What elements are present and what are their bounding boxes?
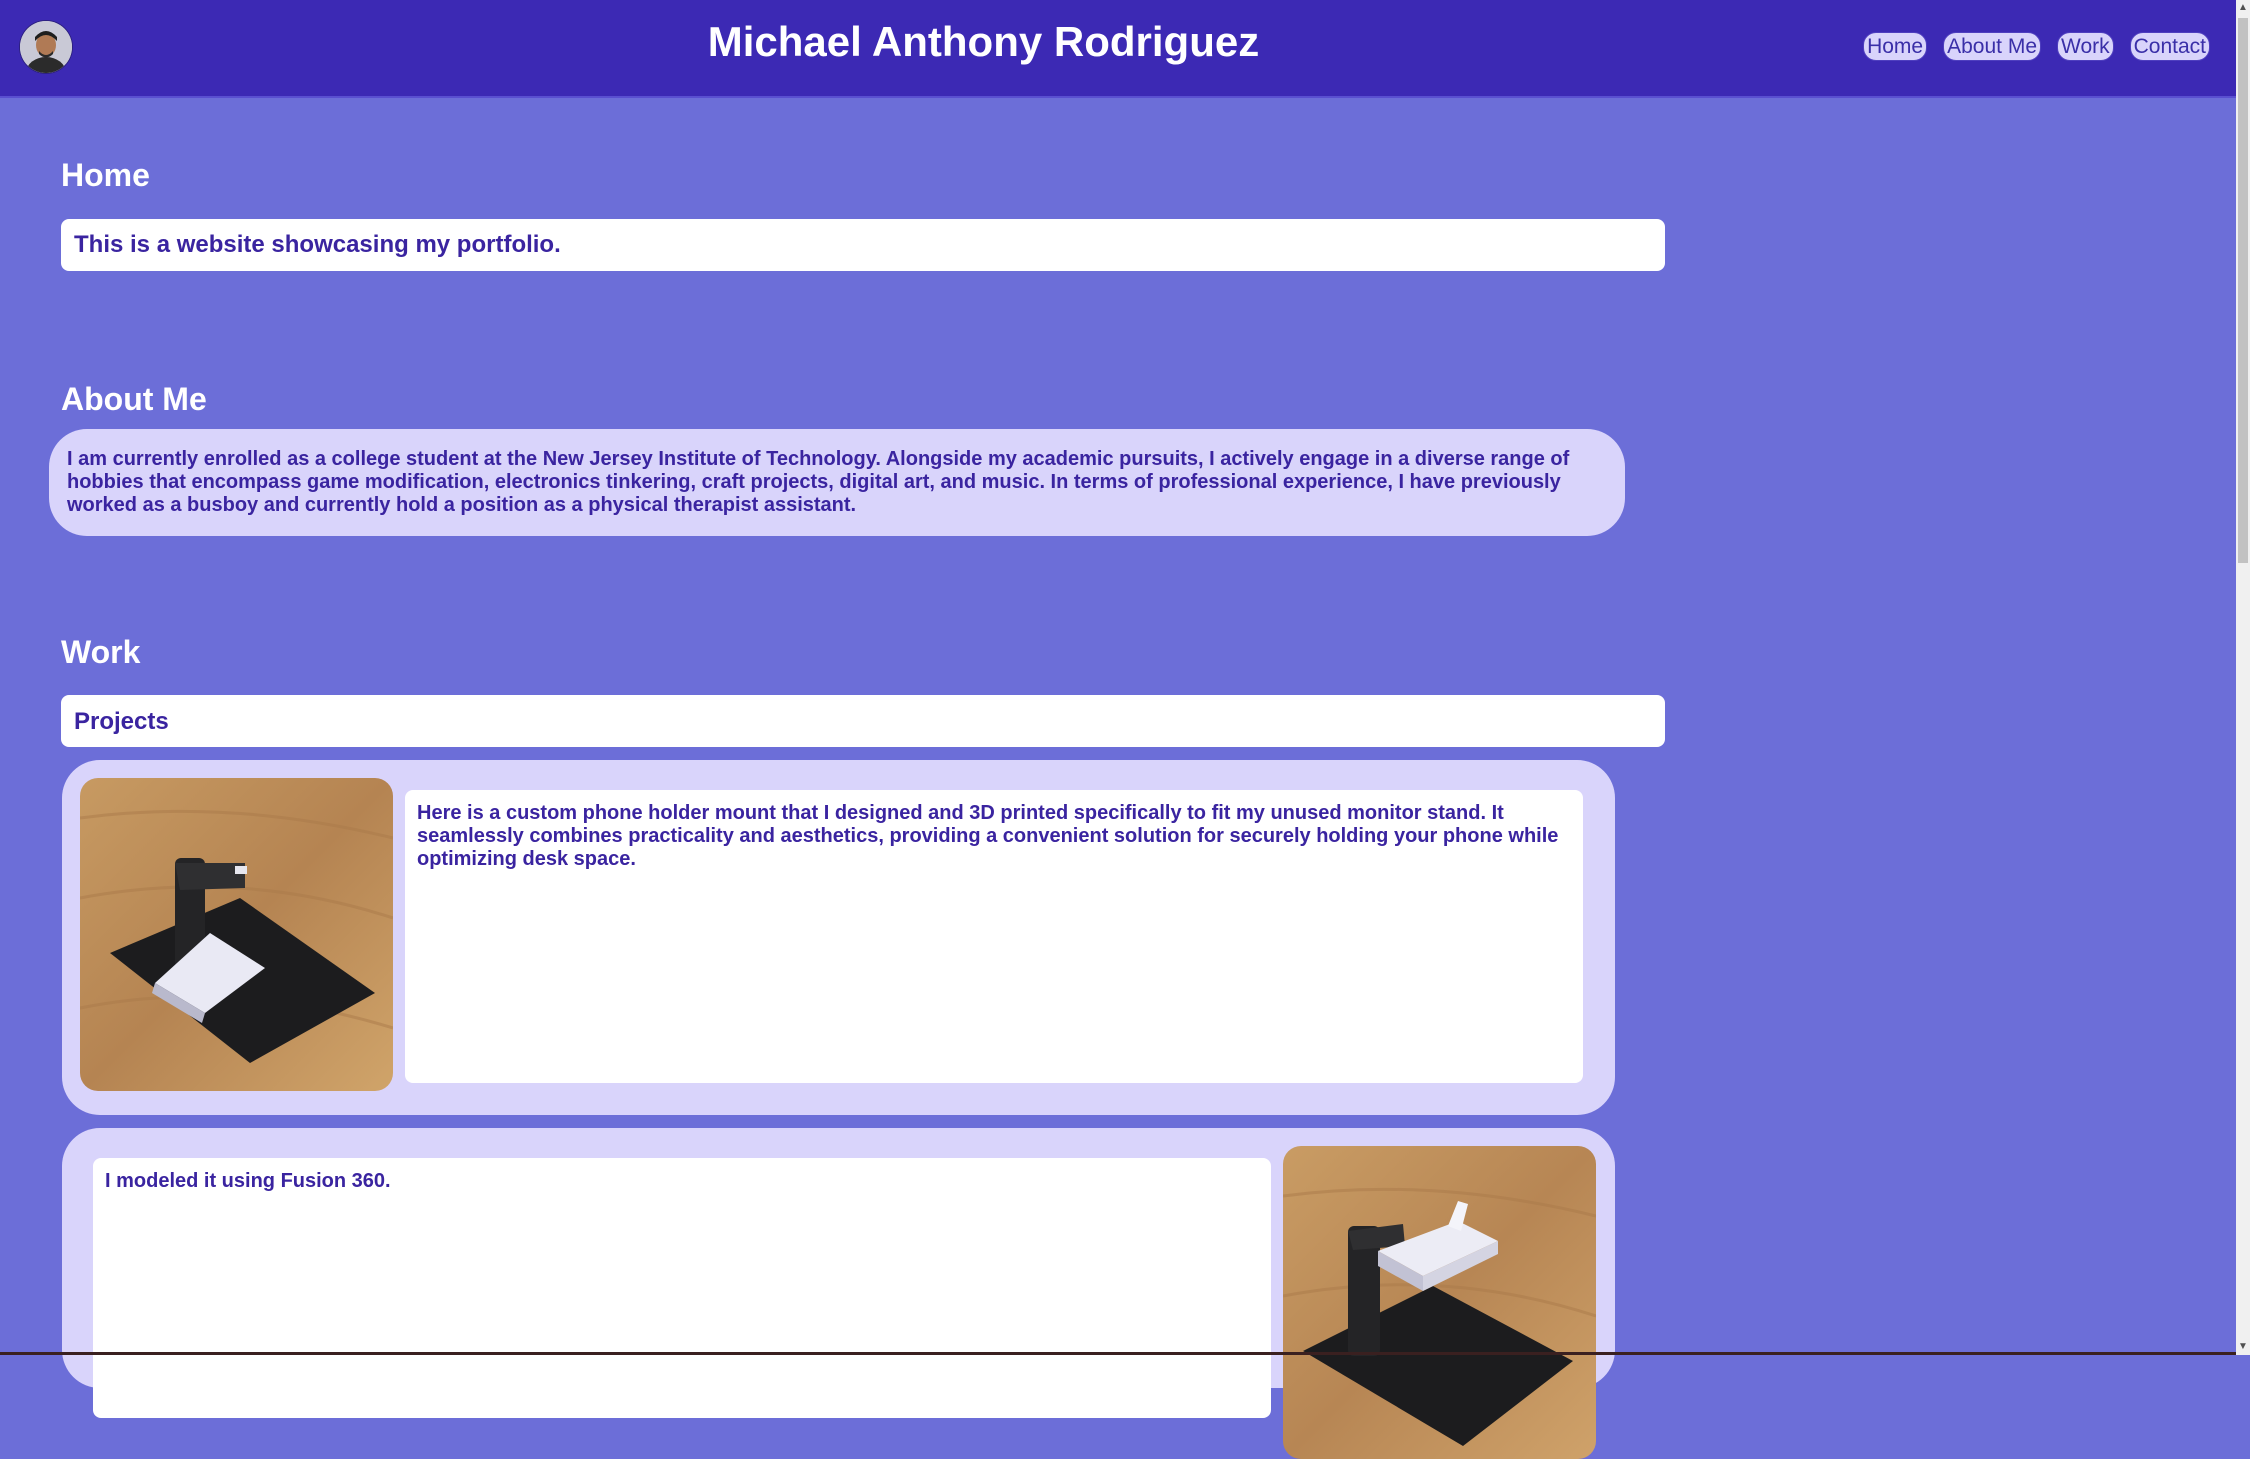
site-header: Michael Anthony Rodriguez Home About Me … <box>0 0 2236 98</box>
scroll-down-arrow-icon[interactable]: ▼ <box>2236 1339 2250 1355</box>
phone-mount-render-icon <box>1283 1146 1596 1459</box>
project-description-box: Here is a custom phone holder mount that… <box>405 790 1583 1083</box>
nav-work-link[interactable]: Work <box>2057 32 2114 61</box>
project-card: I modeled it using Fusion 360. <box>62 1128 1615 1459</box>
about-text: I am currently enrolled as a college stu… <box>67 448 1570 516</box>
project-description: I modeled it using Fusion 360. <box>105 1170 391 1192</box>
main-nav: Home About Me Work Contact <box>1863 32 2210 61</box>
project-card: Here is a custom phone holder mount that… <box>62 760 1615 1115</box>
phone-mount-render-icon <box>80 778 393 1091</box>
nav-home-link[interactable]: Home <box>1863 32 1928 61</box>
projects-subheading: Projects <box>74 708 169 735</box>
nav-contact-link[interactable]: Contact <box>2129 32 2210 61</box>
home-text-box: This is a website showcasing my portfoli… <box>61 219 1665 271</box>
nav-about-link[interactable]: About Me <box>1943 32 2041 61</box>
project-description-box: I modeled it using Fusion 360. <box>93 1158 1271 1418</box>
about-heading: About Me <box>61 381 207 417</box>
projects-subheading-box: Projects <box>61 695 1665 747</box>
home-heading: Home <box>61 157 150 193</box>
project-image <box>80 778 393 1091</box>
about-text-box: I am currently enrolled as a college stu… <box>49 429 1625 536</box>
scroll-up-arrow-icon[interactable]: ▲ <box>2236 0 2250 16</box>
page-title: Michael Anthony Rodriguez <box>707 18 1260 65</box>
home-text: This is a website showcasing my portfoli… <box>74 231 561 258</box>
project-description: Here is a custom phone holder mount that… <box>417 802 1559 870</box>
work-heading: Work <box>61 634 141 670</box>
project-image <box>1283 1146 1596 1459</box>
scrollbar-thumb[interactable] <box>2238 18 2248 563</box>
